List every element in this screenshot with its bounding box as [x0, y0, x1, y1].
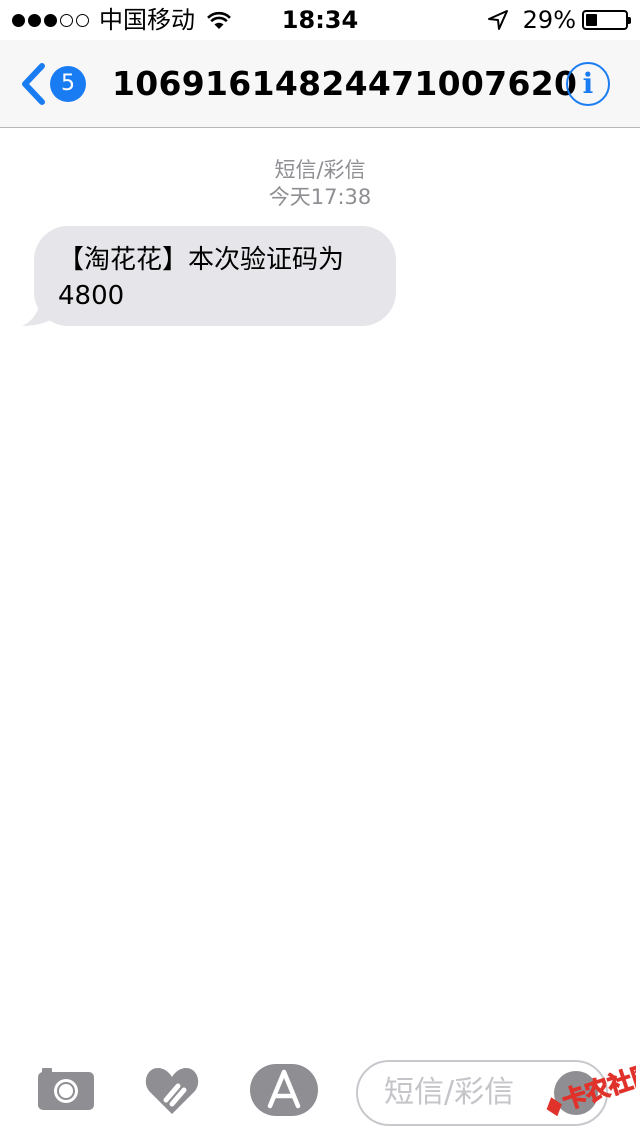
message-input-placeholder: 短信/彩信: [384, 1075, 515, 1110]
camera-icon[interactable]: [38, 1066, 94, 1110]
conversation-title: 10691614824471007620: [112, 64, 578, 103]
location-arrow-icon: [487, 10, 508, 30]
message-timestamp: 今天17:38: [268, 185, 372, 209]
info-button[interactable]: i: [566, 62, 610, 106]
message-text-line-2: 4800: [58, 281, 125, 311]
message-text-line-1: 【淘花花】本次验证码为: [58, 245, 345, 275]
unread-count-badge: 5: [50, 66, 86, 102]
message-bubble: 【淘花花】本次验证码为 4800: [34, 226, 396, 326]
watermark-logo: 卡农社区: [546, 1058, 636, 1117]
app-store-icon[interactable]: [250, 1064, 318, 1116]
digital-touch-icon[interactable]: [144, 1062, 200, 1118]
info-icon: i: [582, 67, 594, 100]
incoming-message[interactable]: 【淘花花】本次验证码为 4800: [20, 226, 400, 326]
battery-level: [586, 14, 598, 26]
message-type-label: 短信/彩信: [274, 158, 366, 182]
messages-screen: 中国移动 18:34 29% 5 10691614824471007620 i …: [0, 0, 640, 1136]
svg-text:卡农社区: 卡农社区: [559, 1059, 636, 1115]
battery-icon: [582, 10, 631, 30]
back-button[interactable]: 5: [18, 60, 96, 108]
status-bar: 中国移动 18:34 29%: [0, 0, 640, 40]
status-right: 29%: [487, 0, 631, 40]
navigation-bar: 5 10691614824471007620 i: [0, 40, 640, 128]
battery-percent: 29%: [522, 6, 576, 34]
chevron-left-icon: [22, 63, 45, 105]
